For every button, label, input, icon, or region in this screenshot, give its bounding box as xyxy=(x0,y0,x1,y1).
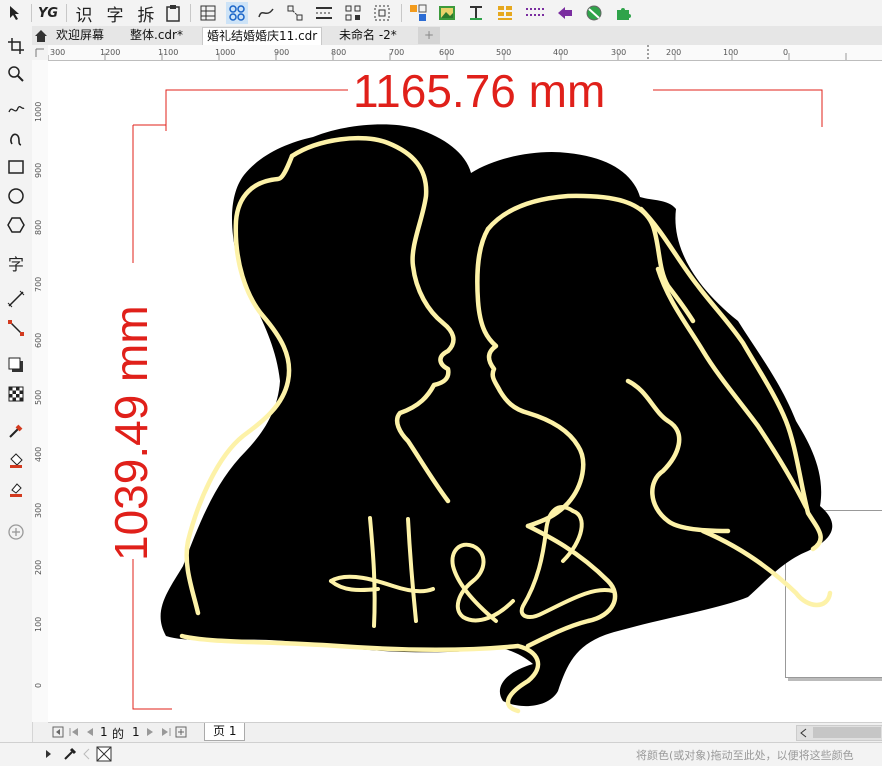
picture-icon[interactable] xyxy=(436,2,458,24)
zi-button[interactable]: 字 xyxy=(103,2,127,26)
zoom-icon[interactable] xyxy=(5,63,27,85)
status-bar: 将颜色(或对象)拖动至此处，以便将这些颜色 xyxy=(0,742,882,766)
yg-logo-icon[interactable]: YG xyxy=(36,2,60,24)
prev-page-icon[interactable] xyxy=(84,726,96,738)
connector-icon[interactable] xyxy=(5,317,27,339)
vruler-label: 200 xyxy=(34,559,43,575)
add-page-icon[interactable] xyxy=(175,726,187,738)
node-icon[interactable] xyxy=(284,2,306,24)
rectangle-icon[interactable] xyxy=(5,156,27,178)
tab-zhengti[interactable]: 整体.cdr* xyxy=(126,27,187,44)
palette-icon[interactable] xyxy=(494,2,516,24)
fill-bucket-icon[interactable] xyxy=(5,449,27,471)
shi-button[interactable]: 识 xyxy=(72,2,96,26)
color-boxes-icon[interactable] xyxy=(407,2,429,24)
chevron-left-icon[interactable] xyxy=(82,748,92,760)
transparency-icon[interactable] xyxy=(5,383,27,405)
curve-icon[interactable] xyxy=(255,2,277,24)
globe-icon[interactable] xyxy=(583,2,605,24)
vruler-label: 300 xyxy=(34,502,43,518)
pattern-icon[interactable] xyxy=(523,2,549,24)
scrollbar-thumb[interactable] xyxy=(813,727,881,738)
ellipse-icon[interactable] xyxy=(5,185,27,207)
add-tool-icon[interactable] xyxy=(5,521,27,543)
height-dimension-label[interactable]: 1039.49 mm xyxy=(105,261,157,561)
freehand-icon[interactable] xyxy=(5,98,27,120)
drawing-canvas[interactable]: 1165.76 mm 1039.49 mm xyxy=(48,61,882,722)
ruler-corner[interactable] xyxy=(32,45,49,61)
main-toolbar: YG 识 字 拆 xyxy=(0,0,882,27)
page-navigator: 1 的 1 页 1 xyxy=(48,722,882,742)
lines-icon[interactable] xyxy=(313,2,335,24)
last-page-icon[interactable] xyxy=(160,726,172,738)
toolbox: 字 xyxy=(0,26,33,742)
vruler-label: 800 xyxy=(34,219,43,235)
pick-arrow-icon[interactable] xyxy=(4,2,28,24)
first-page-icon[interactable] xyxy=(52,726,64,738)
page-tab[interactable]: 页 1 xyxy=(204,723,246,741)
home-icon[interactable] xyxy=(34,28,48,42)
add-tab-button[interactable]: + xyxy=(418,27,440,44)
crop-icon[interactable] xyxy=(5,35,27,57)
eyedropper-status-icon[interactable] xyxy=(62,746,78,762)
drop-shadow-icon[interactable] xyxy=(5,354,27,376)
cursor-icon[interactable] xyxy=(554,2,576,24)
page-of-label: 的 xyxy=(112,727,125,741)
clipboard-icon[interactable] xyxy=(162,2,184,24)
vruler-label: 0 xyxy=(34,682,43,688)
smart-fill-icon[interactable] xyxy=(5,478,27,500)
network-icon[interactable] xyxy=(226,2,248,24)
text-fit-icon[interactable] xyxy=(465,2,487,24)
tab-wedding-file[interactable]: 婚礼结婚婚庆11.cdr xyxy=(202,27,323,45)
polygon-icon[interactable] xyxy=(5,214,27,236)
table-icon[interactable] xyxy=(197,2,219,24)
artistic-media-icon[interactable] xyxy=(5,127,27,149)
vruler-label: 600 xyxy=(34,332,43,348)
tab-untitled[interactable]: 未命名 -2* xyxy=(335,27,401,44)
horizontal-scrollbar[interactable] xyxy=(796,725,882,741)
parallel-dimension-icon[interactable] xyxy=(5,288,27,310)
puzzle-icon[interactable] xyxy=(612,2,634,24)
grid-icon[interactable] xyxy=(342,2,364,24)
no-color-swatch[interactable] xyxy=(96,746,112,762)
dotted-select-icon[interactable] xyxy=(371,2,393,24)
vruler-label: 100 xyxy=(34,616,43,632)
couple-silhouette[interactable] xyxy=(160,124,833,714)
vruler-label: 400 xyxy=(34,446,43,462)
next-page-icon[interactable] xyxy=(144,726,156,738)
vruler-label: 500 xyxy=(34,389,43,405)
text-tool-icon[interactable]: 字 xyxy=(5,252,27,274)
tab-welcome[interactable]: 欢迎屏幕 xyxy=(52,27,108,44)
page-total: 1 xyxy=(132,725,140,739)
eyedropper-icon[interactable] xyxy=(5,420,27,442)
prev-first-icon[interactable] xyxy=(68,726,80,738)
page-current: 1 xyxy=(100,725,108,739)
vruler-label: 1000 xyxy=(34,101,43,122)
vruler-label: 900 xyxy=(34,162,43,178)
horizontal-ruler[interactable]: 300 1200 1100 1000 900 800 700 600 500 4… xyxy=(48,45,882,61)
expand-icon[interactable] xyxy=(44,749,54,759)
document-tabs: 欢迎屏幕 整体.cdr* 婚礼结婚婚庆11.cdr 未命名 -2* + xyxy=(32,26,882,46)
vruler-label: 700 xyxy=(34,276,43,292)
palette-hint: 将颜色(或对象)拖动至此处，以便将这些颜色 xyxy=(636,749,854,762)
width-dimension-label[interactable]: 1165.76 mm xyxy=(353,66,653,116)
chai-button[interactable]: 拆 xyxy=(134,2,158,26)
vertical-ruler[interactable]: 1000 900 800 700 600 500 400 300 200 100… xyxy=(32,60,49,722)
